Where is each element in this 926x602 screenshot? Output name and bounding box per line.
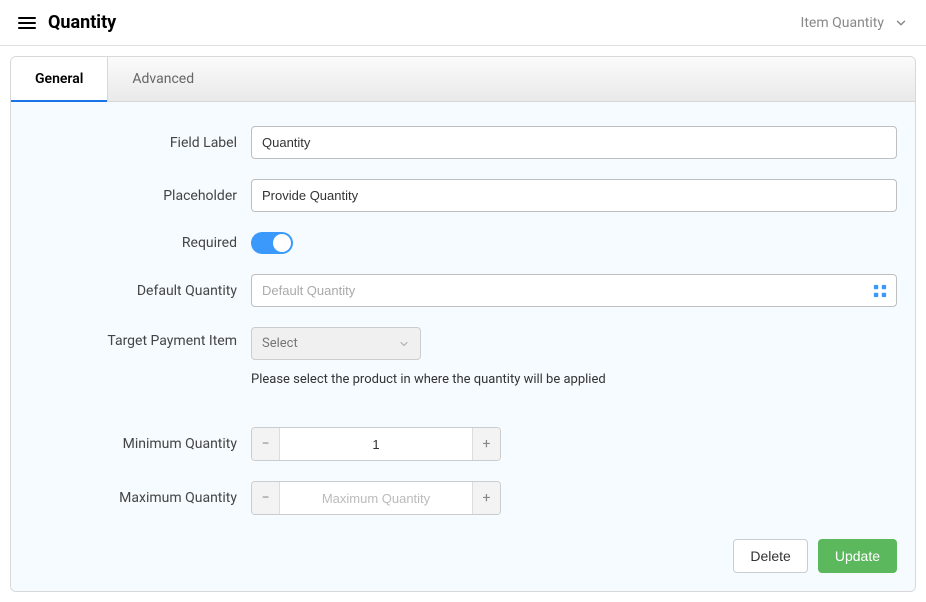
- max-qty-decrement[interactable]: −: [252, 482, 280, 514]
- maximum-quantity-input[interactable]: [280, 482, 472, 514]
- label-default-quantity: Default Quantity: [29, 283, 251, 299]
- required-toggle[interactable]: [251, 232, 293, 254]
- content-wrapper: General Advanced Field Label Placeholder…: [0, 46, 926, 602]
- row-maximum-quantity: Maximum Quantity − +: [29, 481, 897, 515]
- label-maximum-quantity: Maximum Quantity: [29, 490, 251, 506]
- target-payment-item-help: Please select the product in where the q…: [251, 372, 897, 387]
- minimum-quantity-stepper: − +: [251, 427, 501, 461]
- tab-advanced[interactable]: Advanced: [108, 57, 218, 101]
- chevron-down-icon: [398, 338, 410, 350]
- label-minimum-quantity: Minimum Quantity: [29, 436, 251, 452]
- field-type-label: Item Quantity: [801, 15, 884, 31]
- chevron-down-icon: [894, 16, 908, 30]
- toggle-knob: [273, 234, 291, 252]
- update-button[interactable]: Update: [818, 539, 897, 573]
- label-required: Required: [29, 235, 251, 251]
- header: Quantity Item Quantity: [0, 0, 926, 46]
- minimum-quantity-input[interactable]: [280, 428, 472, 460]
- header-left: Quantity: [18, 12, 116, 33]
- row-default-quantity: Default Quantity: [29, 274, 897, 307]
- row-target-payment-item: Target Payment Item Select Please select…: [29, 327, 897, 387]
- page-title: Quantity: [48, 12, 116, 33]
- label-placeholder: Placeholder: [29, 188, 251, 204]
- label-target-payment-item: Target Payment Item: [29, 327, 251, 349]
- row-field-label: Field Label: [29, 126, 897, 159]
- shortcode-icon[interactable]: [873, 284, 887, 298]
- field-label-input[interactable]: [251, 126, 897, 159]
- max-qty-increment[interactable]: +: [472, 482, 500, 514]
- settings-panel: General Advanced Field Label Placeholder…: [10, 56, 916, 592]
- maximum-quantity-stepper: − +: [251, 481, 501, 515]
- tab-general[interactable]: General: [11, 57, 108, 101]
- row-required: Required: [29, 232, 897, 254]
- placeholder-input[interactable]: [251, 179, 897, 212]
- panel-body: Field Label Placeholder Required: [11, 102, 915, 591]
- min-qty-increment[interactable]: +: [472, 428, 500, 460]
- target-payment-item-select[interactable]: Select: [251, 327, 421, 360]
- field-type-selector[interactable]: Item Quantity: [801, 15, 908, 31]
- default-quantity-input[interactable]: [251, 274, 897, 307]
- label-field-label: Field Label: [29, 135, 251, 151]
- row-minimum-quantity: Minimum Quantity − +: [29, 427, 897, 461]
- menu-icon[interactable]: [18, 17, 36, 29]
- min-qty-decrement[interactable]: −: [252, 428, 280, 460]
- actions: Delete Update: [29, 539, 897, 573]
- delete-button[interactable]: Delete: [733, 539, 807, 573]
- tabs: General Advanced: [11, 57, 915, 102]
- row-placeholder: Placeholder: [29, 179, 897, 212]
- select-placeholder: Select: [262, 336, 298, 351]
